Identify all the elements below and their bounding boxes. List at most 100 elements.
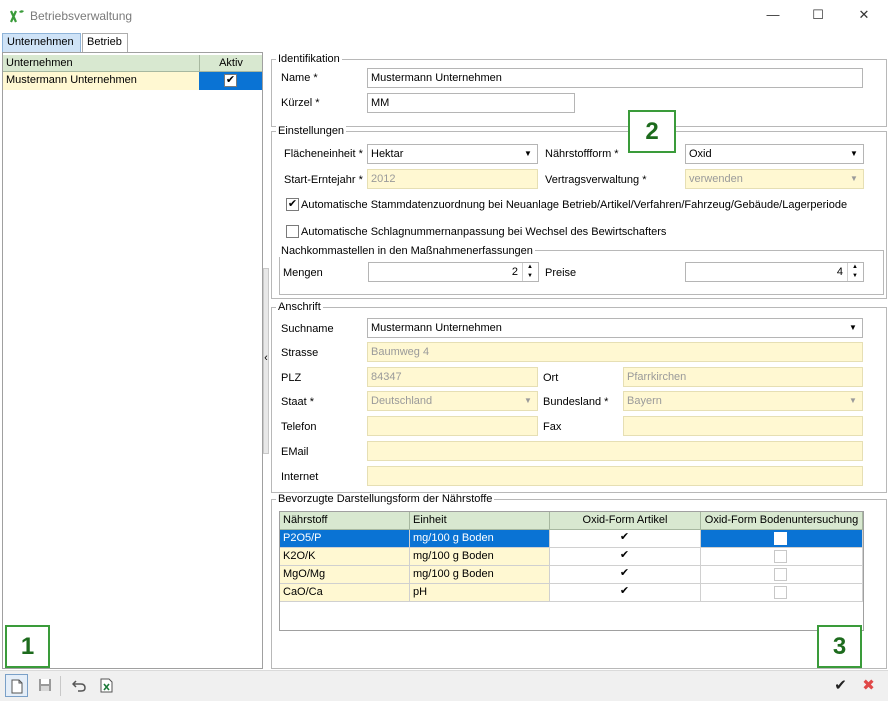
save-button[interactable] xyxy=(33,674,56,697)
new-button[interactable] xyxy=(5,674,28,697)
einheit-cell[interactable]: mg/100 g Boden xyxy=(410,566,550,584)
oxid-boden-cell xyxy=(701,584,863,602)
company-list-header: Unternehmen Aktiv xyxy=(3,55,262,72)
chevron-down-icon: ▼ xyxy=(849,323,857,332)
suchname-label: Suchname xyxy=(281,323,334,335)
name-label: Name * xyxy=(281,72,318,84)
spinner-arrows-icon[interactable]: ▲ ▼ xyxy=(847,263,862,281)
strasse-input: Baumweg 4 xyxy=(367,342,863,362)
vertragsverwaltung-label: Vertragsverwaltung * xyxy=(545,174,647,186)
oxid-boden-checkbox[interactable] xyxy=(774,568,787,581)
telefon-input[interactable] xyxy=(367,416,538,436)
spinner-arrows-icon[interactable]: ▲ ▼ xyxy=(522,263,537,281)
export-button[interactable] xyxy=(95,674,118,697)
vertragsverwaltung-value: verwenden xyxy=(689,173,743,185)
oxid-artikel-checkbox[interactable]: ✔ xyxy=(618,568,631,581)
auto-stammdaten-checkbox[interactable]: ✔ xyxy=(286,198,299,211)
details-panel: Identifikation Name * Mustermann Unterne… xyxy=(270,52,888,669)
callout-2: 2 xyxy=(628,110,676,153)
panel-splitter[interactable]: ‹ xyxy=(263,268,269,454)
active-checkbox[interactable]: ✔ xyxy=(224,74,237,87)
oxid-artikel-cell: ✔ xyxy=(550,566,701,584)
oxid-boden-checkbox[interactable] xyxy=(774,586,787,599)
bundesland-select: Bayern ▼ xyxy=(623,391,863,411)
confirm-button[interactable]: ✔ xyxy=(829,674,852,697)
identifikation-title: Identifikation xyxy=(276,53,342,65)
oxid-artikel-cell: ✔ xyxy=(550,584,701,602)
einheit-cell[interactable]: mg/100 g Boden xyxy=(410,530,550,548)
fax-input[interactable] xyxy=(623,416,863,436)
active-cell: ✔ xyxy=(199,72,262,90)
new-document-icon xyxy=(11,679,22,694)
naehrstoff-cell[interactable]: MgO/Mg xyxy=(280,566,410,584)
naehrstoffform-select[interactable]: Oxid ▼ xyxy=(685,144,864,164)
kuerzel-input[interactable]: MM xyxy=(367,93,575,113)
oxid-artikel-checkbox[interactable]: ✔ xyxy=(618,532,631,545)
mengen-stepper[interactable]: 2 ▲ ▼ xyxy=(368,262,539,282)
header-oxid-artikel[interactable]: Oxid-Form Artikel xyxy=(550,512,701,530)
chevron-down-icon: ▼ xyxy=(849,396,857,405)
table-row[interactable]: Mustermann Unternehmen ✔ xyxy=(3,72,262,90)
cancel-button[interactable]: ✖ xyxy=(857,674,880,697)
undo-icon xyxy=(71,680,86,692)
staat-select: Deutschland ▼ xyxy=(367,391,538,411)
flaecheneinheit-select[interactable]: Hektar ▼ xyxy=(367,144,538,164)
naehrstoff-cell[interactable]: CaO/Ca xyxy=(280,584,410,602)
excel-export-icon xyxy=(100,678,113,693)
email-input[interactable] xyxy=(367,441,863,461)
splitter-arrow-icon: ‹ xyxy=(264,352,268,364)
plz-label: PLZ xyxy=(281,372,302,384)
tab-unternehmen[interactable]: Unternehmen xyxy=(2,33,81,52)
naehrstoffe-table: Nährstoff Einheit Oxid-Form Artikel Oxid… xyxy=(279,511,864,631)
cancel-x-icon: ✖ xyxy=(862,677,875,694)
naehrstoff-cell[interactable]: K2O/K xyxy=(280,548,410,566)
name-input[interactable]: Mustermann Unternehmen xyxy=(367,68,863,88)
strasse-label: Strasse xyxy=(281,347,319,359)
oxid-boden-checkbox[interactable] xyxy=(774,550,787,563)
maximize-button[interactable]: ☐ xyxy=(810,7,826,23)
chevron-down-icon: ▼ xyxy=(524,149,532,158)
internet-input[interactable] xyxy=(367,466,863,486)
window-title: Betriebsverwaltung xyxy=(30,9,133,23)
close-button[interactable]: ✕ xyxy=(856,7,872,23)
einstellungen-title: Einstellungen xyxy=(276,125,347,137)
oxid-boden-cell xyxy=(701,530,863,548)
einheit-cell[interactable]: pH xyxy=(410,584,550,602)
header-einheit[interactable]: Einheit xyxy=(410,512,550,530)
suchname-select[interactable]: Mustermann Unternehmen ▼ xyxy=(367,318,863,338)
oxid-boden-checkbox[interactable] xyxy=(774,532,787,545)
bundesland-value: Bayern xyxy=(627,395,662,407)
preise-stepper[interactable]: 4 ▲ ▼ xyxy=(685,262,864,282)
start-erntejahr-input: 2012 xyxy=(367,169,538,189)
minimize-button[interactable]: — xyxy=(765,7,781,23)
vertragsverwaltung-select: verwenden ▼ xyxy=(685,169,864,189)
header-unternehmen[interactable]: Unternehmen xyxy=(3,55,199,71)
header-oxid-boden[interactable]: Oxid-Form Bodenuntersuchung xyxy=(701,512,863,530)
bundesland-label: Bundesland * xyxy=(543,396,609,408)
oxid-artikel-checkbox[interactable]: ✔ xyxy=(618,586,631,599)
tab-betrieb[interactable]: Betrieb xyxy=(82,33,128,52)
naehrstoff-cell[interactable]: P2O5/P xyxy=(280,530,410,548)
anschrift-title: Anschrift xyxy=(276,301,323,313)
mengen-value: 2 xyxy=(511,266,518,278)
ort-input: Pfarrkirchen xyxy=(623,367,863,387)
oxid-boden-cell xyxy=(701,548,863,566)
telefon-label: Telefon xyxy=(281,421,317,433)
oxid-boden-cell xyxy=(701,566,863,584)
title-bar: Betriebsverwaltung — ☐ ✕ xyxy=(0,0,888,32)
preise-label: Preise xyxy=(545,267,577,279)
header-naehrstoff[interactable]: Nährstoff xyxy=(280,512,410,530)
plz-input: 84347 xyxy=(367,367,538,387)
naehrstoffform-value: Oxid xyxy=(689,148,712,160)
einheit-cell[interactable]: mg/100 g Boden xyxy=(410,548,550,566)
flaecheneinheit-value: Hektar xyxy=(371,148,404,160)
auto-schlag-checkbox[interactable] xyxy=(286,225,299,238)
flaecheneinheit-label: Flächeneinheit * xyxy=(284,148,363,160)
undo-button[interactable] xyxy=(67,674,90,697)
header-aktiv[interactable]: Aktiv xyxy=(200,55,262,71)
oxid-artikel-checkbox[interactable]: ✔ xyxy=(618,550,631,563)
save-icon xyxy=(38,679,51,691)
mengen-label: Mengen xyxy=(283,267,323,279)
bottom-toolbar: ✔ ✖ xyxy=(0,670,888,701)
auto-schlag-label: Automatische Schlagnummernanpassung bei … xyxy=(301,226,667,238)
